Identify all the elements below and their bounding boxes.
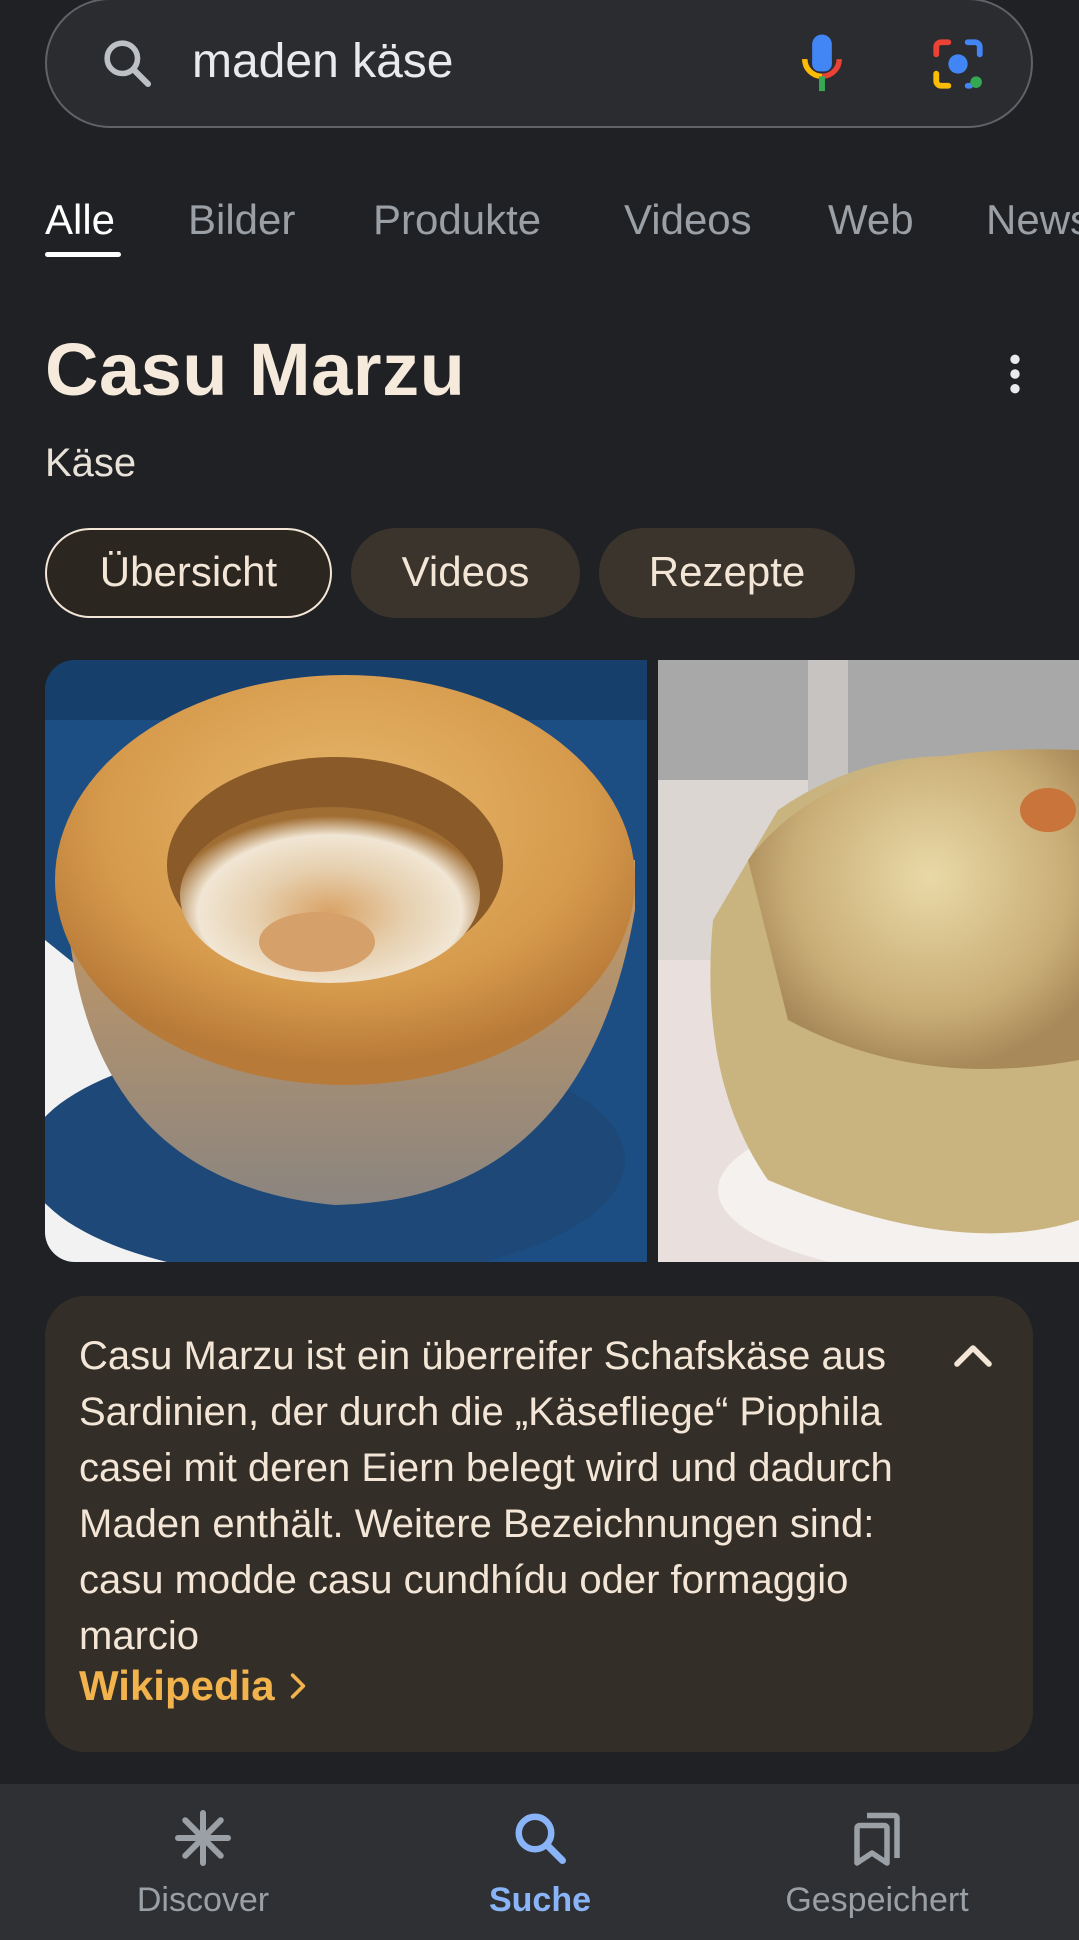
chip-overview[interactable]: Übersicht [45, 528, 332, 618]
tab-all[interactable]: Alle [45, 190, 115, 250]
search-input[interactable]: maden käse [192, 30, 454, 94]
nav-label-saved: Gespeichert [785, 1881, 969, 1919]
search-bar[interactable]: maden käse [45, 0, 1033, 128]
entity-description: Casu Marzu ist ein überreifer Schafskäse… [79, 1334, 893, 1658]
asterisk-icon [175, 1810, 231, 1866]
entity-subtitle: Käse [45, 441, 137, 485]
tab-news[interactable]: News [986, 190, 1079, 250]
nav-discover[interactable]: Discover [53, 1784, 353, 1940]
nav-label-search: Suche [488, 1881, 592, 1919]
bookmarks-icon [854, 1812, 900, 1866]
lens-icon[interactable] [929, 35, 987, 93]
tab-products[interactable]: Produkte [373, 190, 541, 250]
chip-recipes[interactable]: Rezepte [599, 528, 855, 618]
nav-label-discover: Discover [136, 1881, 270, 1919]
description-card: Casu Marzu ist ein überreifer Schafskäse… [45, 1296, 1033, 1752]
chevron-up-icon[interactable] [953, 1340, 993, 1368]
nav-saved[interactable]: Gespeichert [727, 1784, 1027, 1940]
more-options-icon[interactable] [998, 352, 1032, 396]
wikipedia-link-label: Wikipedia [79, 1662, 275, 1709]
bottom-navigation: Discover Suche Gespeichert [0, 1784, 1079, 1940]
wikipedia-link[interactable]: Wikipedia [79, 1658, 307, 1714]
search-icon[interactable] [99, 35, 155, 91]
active-tab-indicator [45, 252, 121, 257]
tab-videos[interactable]: Videos [624, 190, 752, 250]
entity-image-2[interactable] [658, 660, 1079, 1262]
entity-image-1[interactable] [45, 660, 647, 1262]
search-tabs: Alle Bilder Produkte Videos Web News [45, 190, 1079, 260]
tab-images[interactable]: Bilder [188, 190, 295, 250]
chip-videos[interactable]: Videos [351, 528, 580, 618]
chevron-right-icon [290, 1673, 305, 1699]
tab-web[interactable]: Web [828, 190, 914, 250]
entity-title: Casu Marzu [45, 328, 466, 411]
mic-icon[interactable] [797, 32, 847, 96]
nav-search[interactable]: Suche [390, 1784, 690, 1940]
search-icon [515, 1813, 566, 1864]
